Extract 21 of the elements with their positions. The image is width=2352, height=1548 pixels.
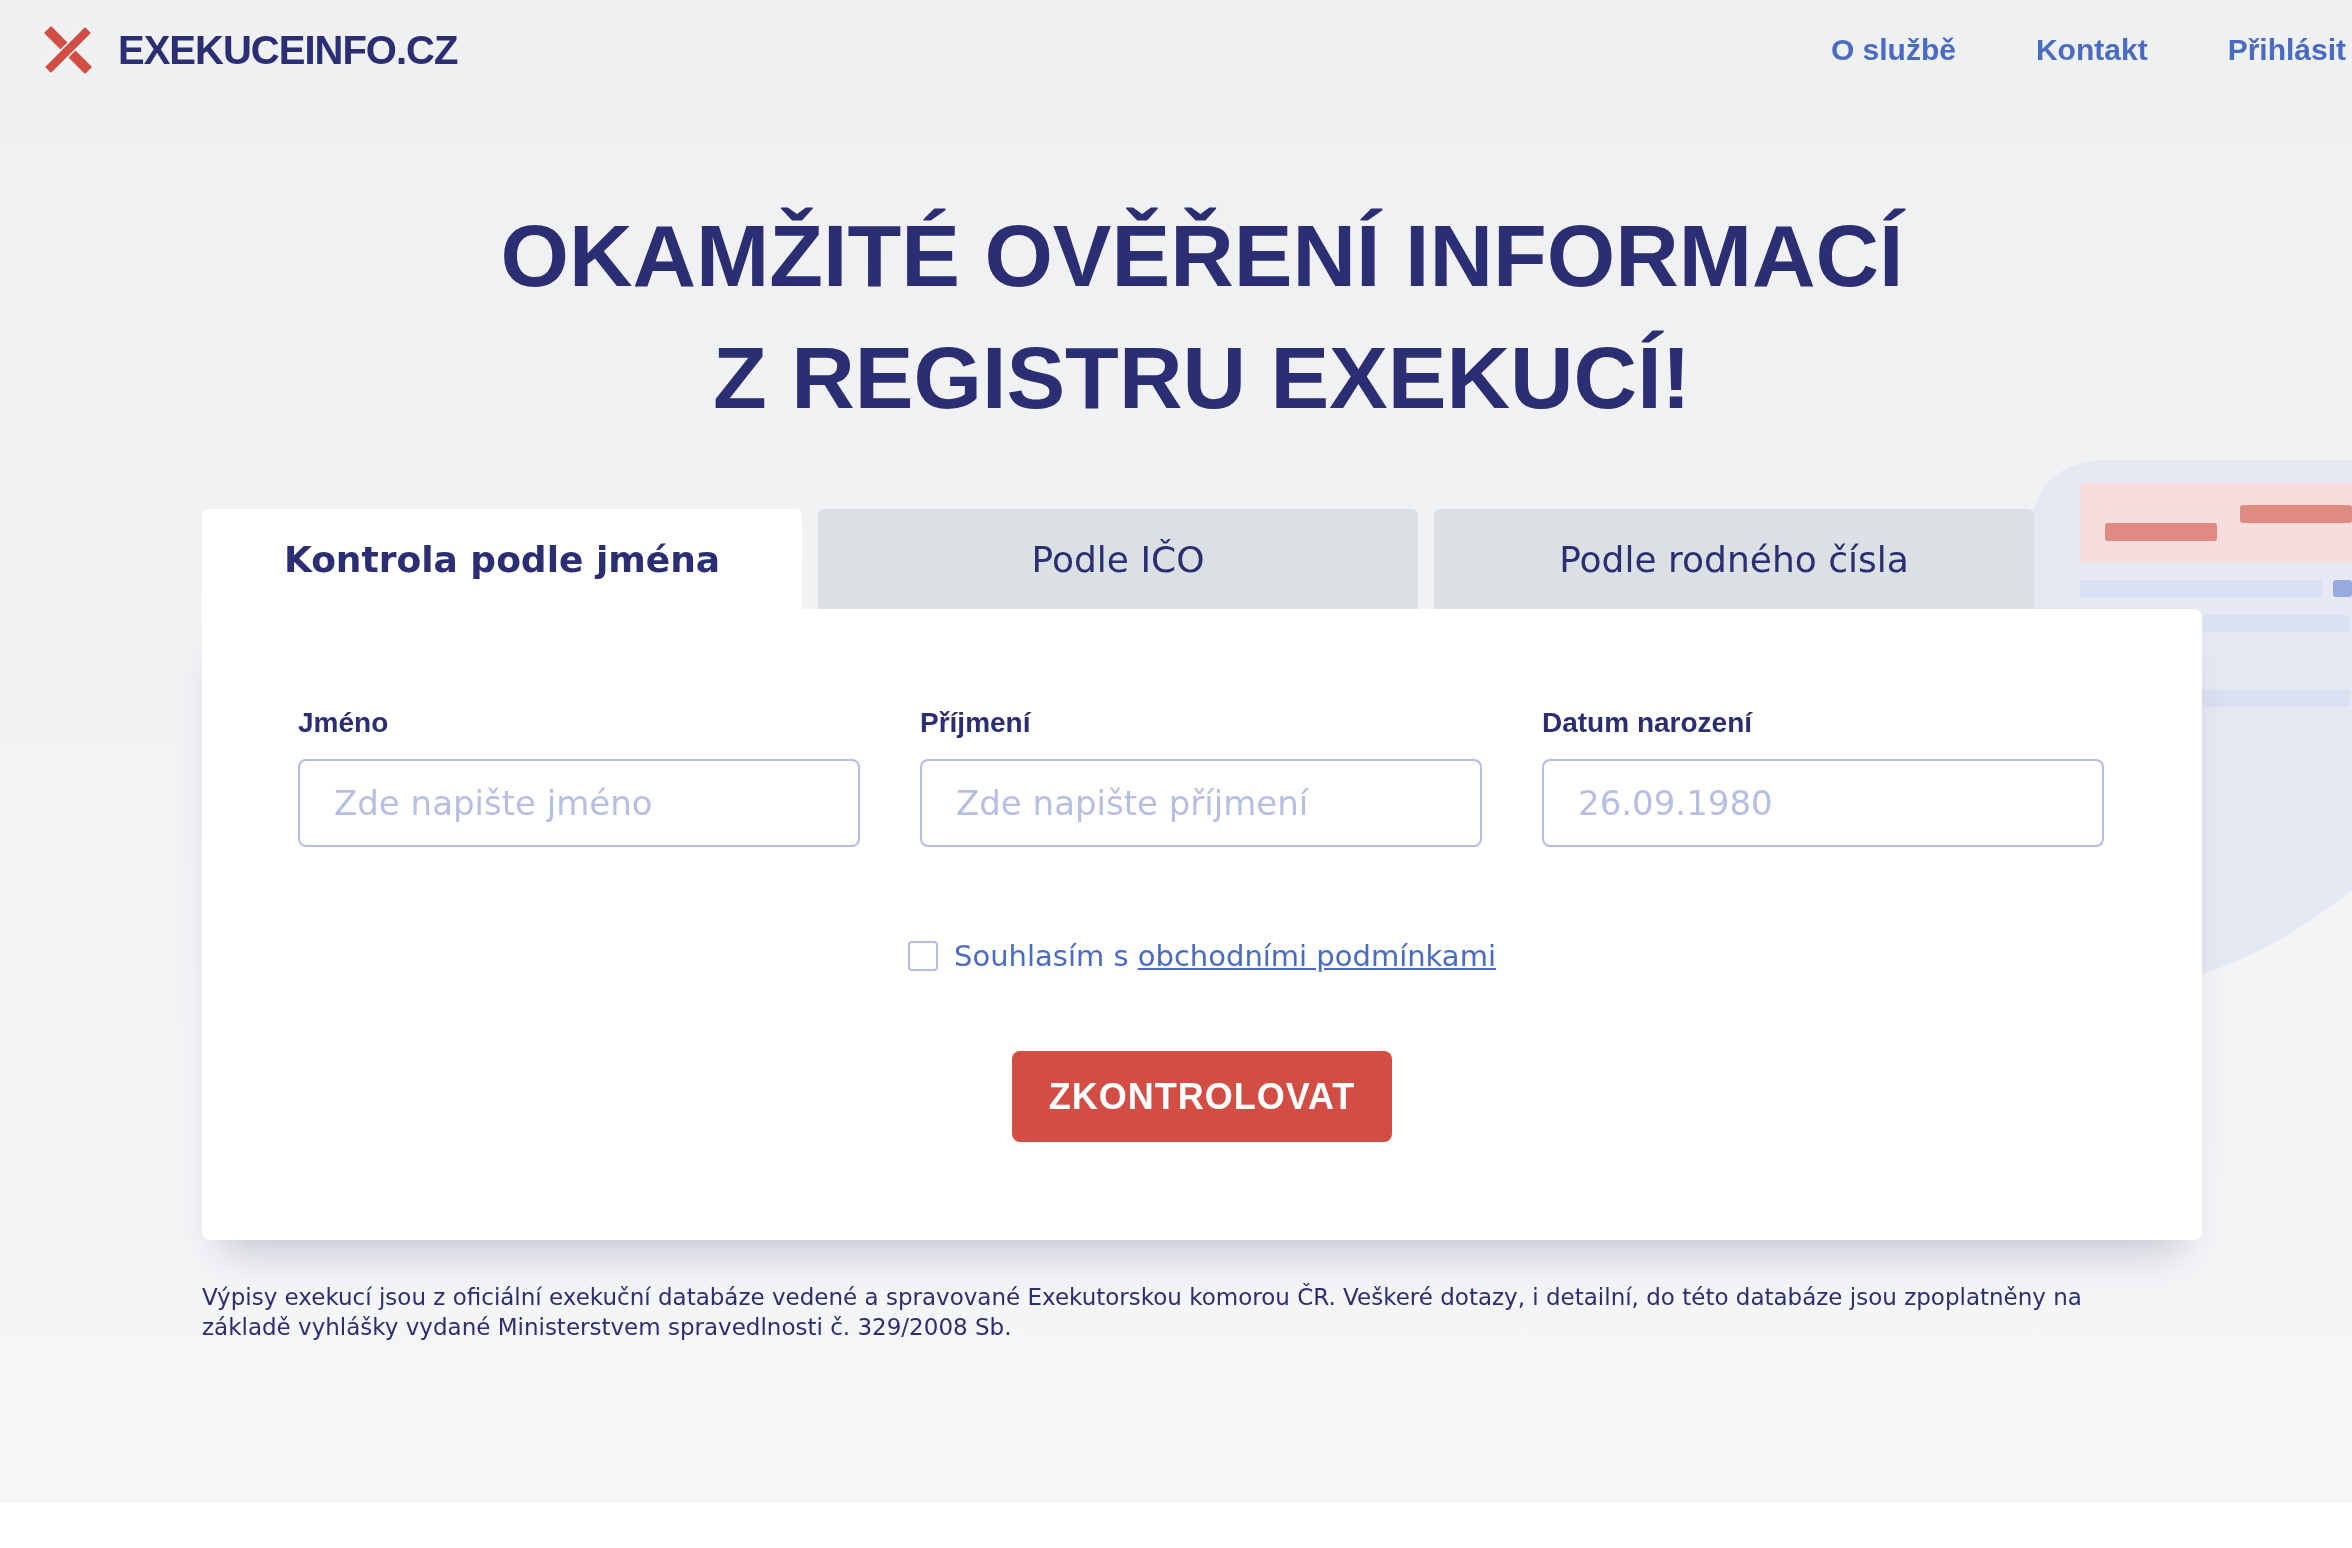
consent-label: Souhlasím s obchodními podmínkami: [954, 939, 1496, 973]
input-field[interactable]: Zde napište příjmení: [920, 759, 1482, 847]
field-label: Datum narození: [1542, 707, 1753, 739]
tab[interactable]: Podle rodného čísla: [1434, 509, 2034, 609]
tab[interactable]: Kontrola podle jména: [202, 509, 802, 609]
nav-link[interactable]: Kontakt: [2035, 33, 2148, 67]
terms-link[interactable]: obchodními podmínkami: [1137, 939, 1496, 973]
input-field[interactable]: 26.09.1980: [1542, 759, 2104, 847]
nav-link[interactable]: Přihlásit: [2227, 33, 2346, 67]
brand-name[interactable]: EXEKUCEINFO.CZ: [118, 27, 458, 73]
cross-logo-icon[interactable]: [40, 22, 96, 78]
nav-link[interactable]: O službě: [1830, 33, 1956, 67]
tab[interactable]: Podle IČO: [818, 509, 1418, 609]
submit-button[interactable]: ZKONTROLOVAT: [1012, 1051, 1392, 1142]
field-label: Jméno: [298, 707, 389, 739]
input-field[interactable]: Zde napište jméno: [298, 759, 860, 847]
headline: OKAMŽITÉ OVĚŘENÍ INFORMACÍ: [500, 205, 1904, 307]
checkbox[interactable]: [908, 941, 939, 971]
field-label: Příjmení: [920, 707, 1031, 739]
footnote: Výpisy exekucí jsou z oficiální exekuční databáze vedené a spravované Exekutorskou komorou ČR. Veškeré dotazy, i detailní, do této databáze jsou zpoplatněny na základě vyhlášky vydané Ministerstvem spravedlnosti č. 329/2008 Sb.: [202, 1282, 2083, 1342]
headline: Z REGISTRU EXEKUCÍ!: [713, 327, 1691, 429]
